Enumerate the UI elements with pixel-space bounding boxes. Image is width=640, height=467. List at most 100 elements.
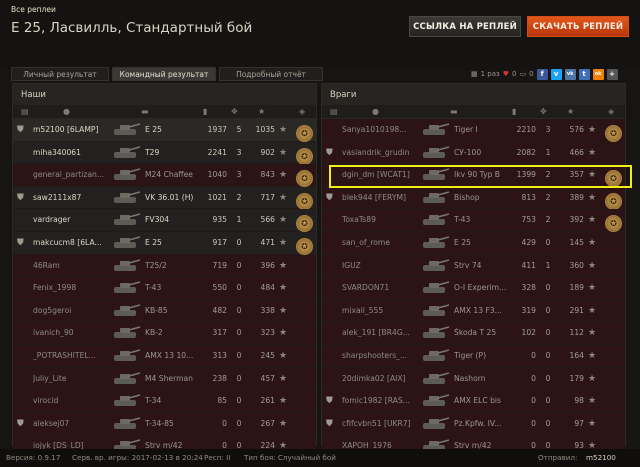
player-row[interactable]: ⛊ makcucm8 [6LA... E 25 917 0 471 ★ ✪ <box>13 231 316 255</box>
telegram-icon[interactable]: t <box>578 68 590 80</box>
kills-column-icon[interactable]: ✥ <box>540 107 547 116</box>
player-row[interactable]: Sanya1010198... Tiger I 2210 3 576 ★ ✪ <box>322 119 625 142</box>
kills-value: 0 <box>236 305 242 315</box>
player-row[interactable]: ⛊ aleksej07 T-34-85 0 0 267 ★ <box>13 412 316 436</box>
tank-icon <box>423 123 450 135</box>
player-row[interactable]: vardrager FV304 935 1 566 ★ ✪ <box>13 209 316 233</box>
player-row[interactable]: miha340061 T29 2241 3 902 ★ ✪ <box>13 141 316 165</box>
player-row[interactable]: Fenix_1998 T-43 550 0 484 ★ <box>13 277 316 300</box>
player-column-icon[interactable]: ● <box>372 107 379 116</box>
player-row[interactable]: ⛊ saw2111x87 VK 36.01 (H) 1021 2 717 ★ ✪ <box>13 186 316 210</box>
damage-value: 2210 <box>516 125 536 134</box>
tab-team-result[interactable]: Командный результат <box>112 67 216 81</box>
player-column-icon[interactable]: ● <box>63 107 70 116</box>
tab-personal-result[interactable]: Личный результат <box>11 67 109 81</box>
medal-icon[interactable]: ✪ <box>296 192 313 210</box>
player-name[interactable]: Juliy_Lite <box>33 374 121 383</box>
sender-name[interactable]: m52100 <box>586 453 616 462</box>
player-row[interactable]: general_partizan... M24 Chaffee 1040 3 843 ★ ✪ <box>13 164 316 188</box>
player-row[interactable]: ⛊ vasiandrik_grudin СУ-100 2082 1 466 ★ <box>322 141 625 165</box>
damage-column-icon[interactable]: ▮ <box>512 107 516 116</box>
player-name[interactable]: virocid <box>33 396 121 405</box>
player-name[interactable]: miha340061 <box>33 148 121 157</box>
comment-icon[interactable]: ▭ <box>520 70 527 78</box>
player-name[interactable]: fomic1982 [RAS... <box>342 396 430 405</box>
tank-icon <box>114 416 141 429</box>
player-row[interactable]: ⛊ m52100 [6LAMP] E 25 1937 5 1035 ★ ✪ <box>13 119 316 142</box>
twitter-icon[interactable]: v <box>550 68 562 80</box>
medal-icon[interactable]: ✪ <box>296 215 313 233</box>
player-row[interactable]: sharpshooters_... Tiger (P) 0 0 164 ★ <box>322 344 625 368</box>
player-name[interactable]: alek_191 [BR4G... <box>342 328 430 337</box>
player-name[interactable]: SVARDON71 <box>342 283 430 292</box>
player-name[interactable]: ivanich_90 <box>33 328 121 337</box>
medal-icon[interactable]: ✪ <box>605 215 622 233</box>
player-row[interactable]: 46Ram T25/2 719 0 396 ★ <box>13 254 316 278</box>
more-share-icon[interactable]: + <box>606 68 618 80</box>
player-row[interactable]: ⛊ blek944 [FERYM] Bishop 813 2 389 ★ ✪ <box>322 186 625 210</box>
medal-icon[interactable]: ✪ <box>296 237 313 255</box>
medal-icon[interactable]: ✪ <box>296 170 313 188</box>
like-icon[interactable]: ♥ <box>503 70 509 78</box>
player-row[interactable]: virocid T-34 85 0 261 ★ <box>13 390 316 413</box>
allies-column-headers: ▤ ● ▬ ▮ ✥ ★ ◈ <box>13 105 316 119</box>
player-row[interactable]: san_of_rome E 25 429 0 145 ★ <box>322 231 625 255</box>
player-name[interactable]: m52100 [6LAMP] <box>33 125 121 134</box>
player-row[interactable]: IGUZ Strv 74 411 1 360 ★ <box>322 254 625 278</box>
medal-column-icon: ◈ <box>608 107 615 116</box>
tank-icon <box>114 371 141 384</box>
player-name[interactable]: general_partizan... <box>33 170 121 179</box>
medal-icon[interactable]: ✪ <box>605 192 622 210</box>
player-name[interactable]: sharpshooters_... <box>342 351 430 360</box>
player-name[interactable]: 20dimka02 [AIX] <box>342 374 430 383</box>
player-name[interactable]: Fenix_1998 <box>33 283 121 292</box>
tank-column-icon[interactable]: ▬ <box>450 107 458 116</box>
player-name[interactable]: blek944 [FERYM] <box>342 193 430 202</box>
player-name[interactable]: saw2111x87 <box>33 193 121 202</box>
player-row[interactable]: ivanich_90 KB-2 317 0 323 ★ <box>13 322 316 345</box>
facebook-icon[interactable]: f <box>536 68 548 80</box>
player-row[interactable]: ⛊ cfifcvbn51 [UKR7] Pz.Kpfw. IV... 0 0 97 ★ <box>322 412 625 436</box>
player-name[interactable]: vasiandrik_grudin <box>342 148 430 157</box>
damage-column-icon[interactable]: ▮ <box>203 107 207 116</box>
player-name[interactable]: Sanya1010198... <box>342 125 430 134</box>
allies-title: Наши <box>13 84 316 105</box>
damage-value: 317 <box>212 328 228 338</box>
player-row[interactable]: ⛊ fomic1982 [RAS... AMX ELC bis 0 0 98 ★ <box>322 390 625 413</box>
player-name[interactable]: dog5geroi <box>33 306 121 315</box>
vk-icon[interactable]: vk <box>564 68 576 80</box>
player-name[interactable]: cfifcvbn51 [UKR7] <box>342 419 430 428</box>
breadcrumb-all-replays[interactable]: Все реплеи <box>11 5 56 14</box>
player-row[interactable]: ToxaTs89 T-43 753 2 392 ★ ✪ <box>322 209 625 233</box>
download-replay-button[interactable]: СКАЧАТЬ РЕПЛЕЙ <box>527 16 629 37</box>
tank-name: T-34-85 <box>145 418 174 428</box>
player-row[interactable]: _POTRASHITEL... AMX 13 10... 313 0 245 ★ <box>13 344 316 368</box>
player-row[interactable]: dog5geroi KB-85 482 0 338 ★ <box>13 299 316 323</box>
kills-column-icon[interactable]: ✥ <box>231 107 238 116</box>
player-row[interactable]: Juliy_Lite M4 Sherman 238 0 457 ★ <box>13 367 316 391</box>
player-name[interactable]: IGUZ <box>342 261 430 270</box>
medal-icon[interactable]: ✪ <box>296 147 313 165</box>
player-row[interactable]: alek_191 [BR4G... Škoda T 25 102 0 112 ★ <box>322 322 625 345</box>
tank-column-icon[interactable]: ▬ <box>141 107 149 116</box>
medal-icon[interactable]: ✪ <box>296 125 313 142</box>
player-row[interactable]: SVARDON71 O-I Experim... 328 0 189 ★ <box>322 277 625 300</box>
player-name[interactable]: ToxaTs89 <box>342 215 430 224</box>
player-row[interactable]: mixail_555 AMX 13 F3... 319 0 291 ★ <box>322 299 625 323</box>
player-name[interactable]: aleksej07 <box>33 419 121 428</box>
player-name[interactable]: mixail_555 <box>342 306 430 315</box>
replay-link-button[interactable]: ССЫЛКА НА РЕПЛЕЙ <box>409 16 521 37</box>
medal-icon[interactable]: ✪ <box>605 125 622 142</box>
player-name[interactable]: san_of_rome <box>342 238 430 247</box>
player-row[interactable]: 20dimka02 [AIX] Nashorn 0 0 179 ★ <box>322 367 625 391</box>
player-name[interactable]: 46Ram <box>33 261 121 270</box>
player-name[interactable]: _POTRASHITEL... <box>33 351 121 360</box>
xp-column-icon[interactable]: ★ <box>567 107 574 116</box>
tank-name: T29 <box>145 147 160 157</box>
tab-detailed-report[interactable]: Подробный отчёт <box>219 67 323 81</box>
player-name[interactable]: makcucm8 [6LA... <box>33 238 121 247</box>
odnoklassniki-icon[interactable]: ok <box>592 68 604 80</box>
xp-column-icon[interactable]: ★ <box>258 107 265 116</box>
player-name[interactable]: vardrager <box>33 215 121 224</box>
damage-value: 319 <box>521 305 537 315</box>
